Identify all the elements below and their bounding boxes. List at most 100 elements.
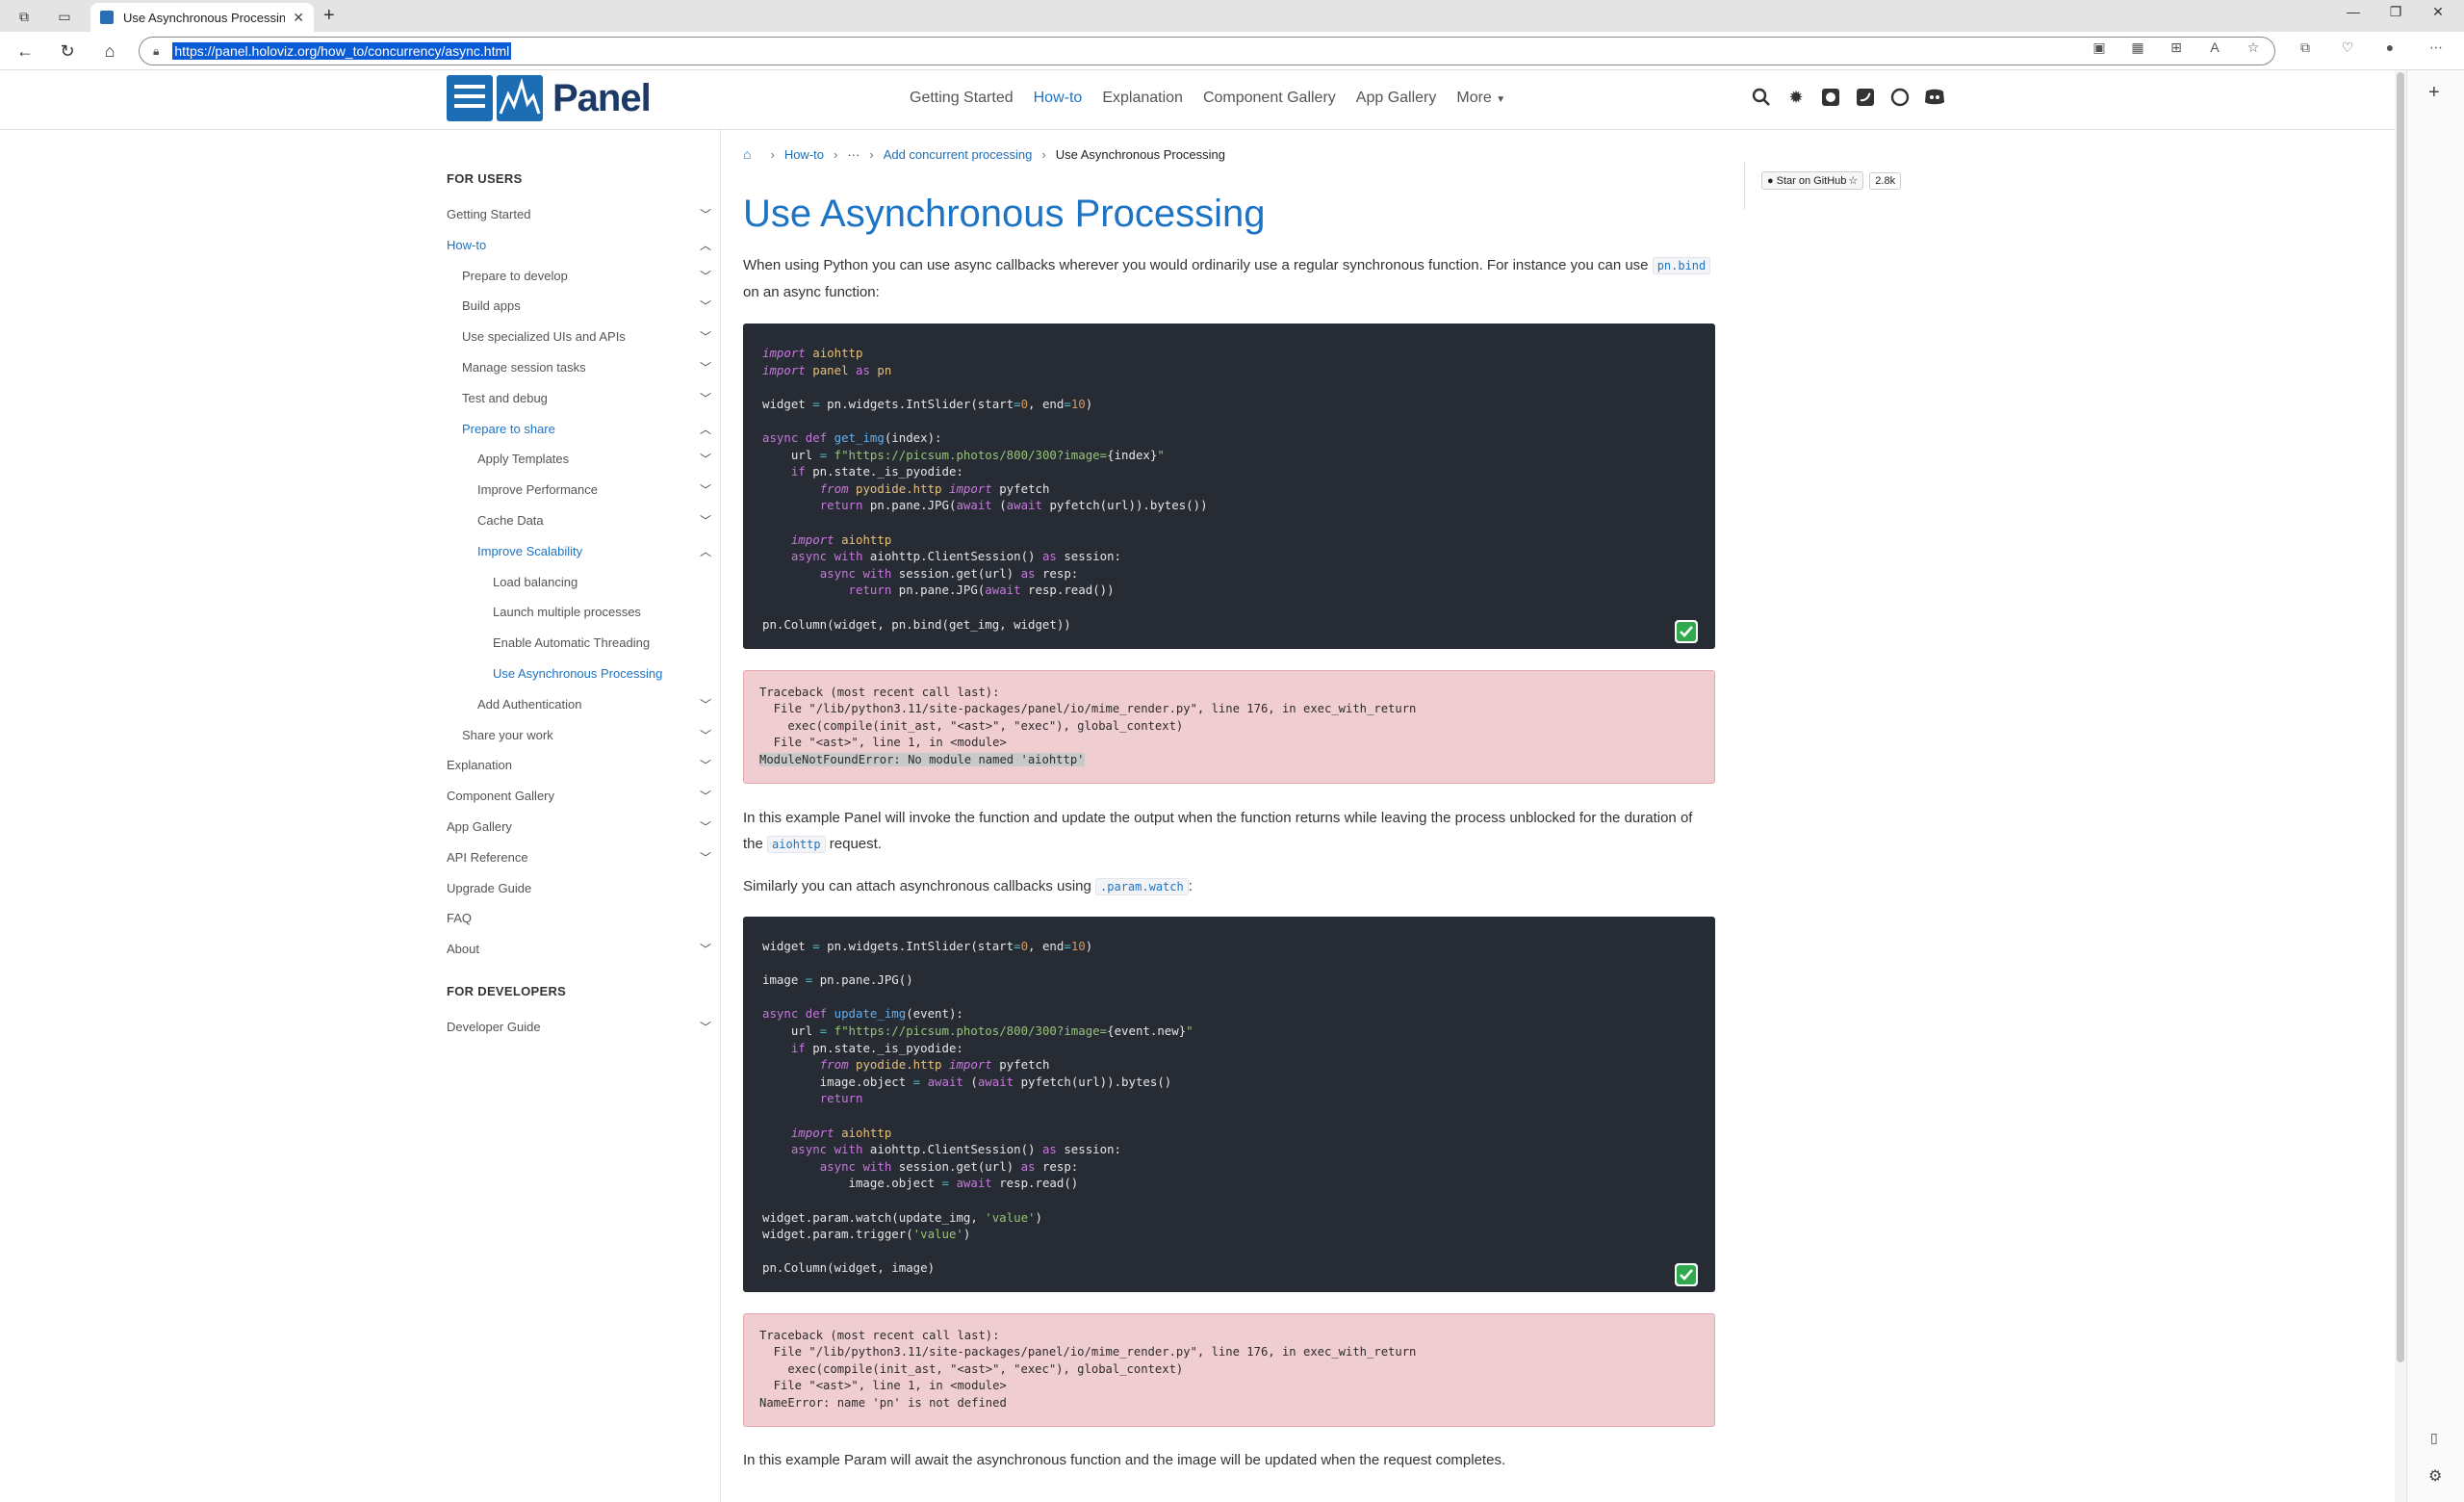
- breadcrumb-ellipsis[interactable]: ···: [847, 147, 860, 162]
- chevron-down-icon[interactable]: ﹀: [699, 481, 712, 498]
- chevron-down-icon[interactable]: ﹀: [699, 727, 712, 743]
- tab-close-icon[interactable]: ✕: [293, 10, 304, 26]
- nav-component-gallery[interactable]: Component Gallery: [1203, 90, 1336, 107]
- address-url[interactable]: https://panel.holoviz.org/how_to/concurr…: [172, 42, 512, 60]
- collections-icon[interactable]: ⧉: [2295, 39, 2316, 56]
- chevron-down-icon[interactable]: ﹀: [699, 788, 712, 804]
- nav-explanation[interactable]: Explanation: [1102, 90, 1183, 107]
- run-success-check-icon: [1675, 620, 1698, 643]
- sidebar-item[interactable]: Cache Data: [477, 513, 544, 528]
- sidebar-item[interactable]: Use Asynchronous Processing: [493, 666, 662, 681]
- chevron-down-icon[interactable]: ﹀: [699, 390, 712, 406]
- twitter-icon[interactable]: [1854, 86, 1877, 109]
- p3-text-b: :: [1188, 878, 1193, 894]
- sidebar-item[interactable]: Load balancing: [493, 575, 578, 589]
- address-bar[interactable]: 🔒︎ https://panel.holoviz.org/how_to/conc…: [139, 37, 2275, 65]
- sidebar-item[interactable]: Build apps: [462, 298, 521, 313]
- sidebar-item[interactable]: How-to: [447, 238, 486, 252]
- sidebar-item[interactable]: Upgrade Guide: [447, 881, 531, 895]
- sidebar-item[interactable]: App Gallery: [447, 819, 512, 834]
- minimize-icon[interactable]: —: [2339, 4, 2368, 19]
- breadcrumb-how-to[interactable]: How-to: [784, 147, 824, 162]
- back-icon[interactable]: ←: [13, 39, 37, 63]
- github-star-button[interactable]: ● Star on GitHub ☆: [1761, 171, 1864, 190]
- panel-logo[interactable]: Panel: [447, 74, 652, 122]
- code-block-1-content[interactable]: import aiohttp import panel as pn widget…: [762, 345, 1696, 633]
- browser-essentials-icon[interactable]: ♡: [2337, 39, 2358, 56]
- chevron-down-icon[interactable]: ﹀: [699, 696, 712, 712]
- code-block-1[interactable]: import aiohttp import panel as pn widget…: [743, 324, 1715, 649]
- sidebar-item[interactable]: Explanation: [447, 758, 512, 772]
- sidebar-item[interactable]: Enable Automatic Threading: [493, 635, 650, 650]
- github-star-count[interactable]: 2.8k: [1869, 171, 1902, 190]
- qr-code-icon[interactable]: ▦: [2127, 39, 2148, 56]
- sidebar-item[interactable]: Share your work: [462, 728, 553, 742]
- github-icon[interactable]: [1819, 86, 1842, 109]
- browser-tab-active[interactable]: Use Asynchronous Processing — ✕: [90, 3, 314, 32]
- chevron-down-icon[interactable]: ﹀: [699, 1019, 712, 1035]
- nav-how-to[interactable]: How-to: [1034, 90, 1083, 107]
- workspaces-icon[interactable]: ⧉: [13, 6, 35, 27]
- window-close-icon[interactable]: ✕: [2424, 4, 2452, 20]
- text-size-icon[interactable]: A: [2204, 39, 2225, 55]
- profile-avatar-icon[interactable]: ●: [2379, 39, 2400, 55]
- reload-icon[interactable]: ↻: [56, 39, 79, 63]
- sidebar-item[interactable]: Prepare to develop: [462, 269, 568, 283]
- sidebar-item[interactable]: Manage session tasks: [462, 360, 586, 375]
- chevron-up-icon[interactable]: ︿: [699, 421, 712, 437]
- code-block-2[interactable]: widget = pn.widgets.IntSlider(start=0, e…: [743, 917, 1715, 1292]
- chevron-down-icon[interactable]: ﹀: [699, 512, 712, 529]
- nav-getting-started[interactable]: Getting Started: [910, 90, 1014, 107]
- sidebar-item[interactable]: Improve Scalability: [477, 544, 582, 558]
- favorite-star-icon[interactable]: ☆: [2243, 39, 2264, 56]
- sidebar-item[interactable]: API Reference: [447, 850, 528, 865]
- search-icon[interactable]: [1750, 86, 1773, 109]
- scrollbar-thumb[interactable]: [2397, 72, 2404, 1362]
- restore-icon[interactable]: ❐: [2381, 4, 2410, 20]
- sidebar-item[interactable]: Add Authentication: [477, 697, 581, 712]
- new-tab-icon[interactable]: +: [323, 5, 335, 27]
- discourse-icon[interactable]: [1888, 86, 1912, 109]
- more-options-icon[interactable]: ⋯: [2426, 39, 2447, 56]
- home-icon[interactable]: ⌂: [743, 146, 751, 162]
- chevron-down-icon[interactable]: ﹀: [699, 849, 712, 866]
- chevron-down-icon[interactable]: ﹀: [699, 298, 712, 314]
- sidebar-item[interactable]: Test and debug: [462, 391, 548, 405]
- p1-text-b: on an async function:: [743, 284, 880, 300]
- sidebar-layout-icon[interactable]: ▯: [2430, 1430, 2438, 1446]
- tab-actions-icon[interactable]: ▭: [54, 6, 75, 27]
- chevron-down-icon[interactable]: ﹀: [699, 359, 712, 376]
- chevron-down-icon[interactable]: ﹀: [699, 206, 712, 222]
- sidebar-item[interactable]: Component Gallery: [447, 789, 554, 803]
- home-icon[interactable]: ⌂: [98, 39, 121, 63]
- p2-inline-code: aiohttp: [767, 836, 826, 853]
- sidebar-item[interactable]: Use specialized UIs and APIs: [462, 329, 626, 344]
- sidebar-item[interactable]: Getting Started: [447, 207, 530, 221]
- sidebar-item[interactable]: Prepare to share: [462, 422, 555, 436]
- chevron-up-icon[interactable]: ︿: [699, 237, 712, 253]
- sidebar-item[interactable]: Launch multiple processes: [493, 605, 641, 619]
- apps-icon[interactable]: ⊞: [2166, 39, 2187, 56]
- code-block-2-content[interactable]: widget = pn.widgets.IntSlider(start=0, e…: [762, 938, 1696, 1277]
- chevron-down-icon[interactable]: ﹀: [699, 818, 712, 835]
- sidebar-item[interactable]: Apply Templates: [477, 452, 569, 466]
- chevron-down-icon[interactable]: ﹀: [699, 757, 712, 773]
- sidebar-item[interactable]: About: [447, 942, 479, 956]
- theme-toggle-icon[interactable]: ✹: [1784, 86, 1808, 109]
- read-aloud-icon[interactable]: ▣: [2089, 39, 2110, 56]
- nav-more[interactable]: More ▼: [1456, 90, 1505, 107]
- page-scrollbar[interactable]: [2395, 70, 2406, 1502]
- settings-gear-icon[interactable]: ⚙: [2428, 1466, 2442, 1486]
- chevron-down-icon[interactable]: ﹀: [699, 328, 712, 345]
- chevron-up-icon[interactable]: ︿: [699, 543, 712, 559]
- discord-icon[interactable]: [1923, 86, 1946, 109]
- breadcrumb-concurrent[interactable]: Add concurrent processing: [884, 147, 1033, 162]
- sidebar-item[interactable]: Developer Guide: [447, 1020, 541, 1034]
- nav-app-gallery[interactable]: App Gallery: [1356, 90, 1437, 107]
- add-sidebar-app-icon[interactable]: +: [2428, 82, 2440, 104]
- chevron-down-icon[interactable]: ﹀: [699, 451, 712, 467]
- chevron-down-icon[interactable]: ﹀: [699, 941, 712, 957]
- sidebar-item[interactable]: Improve Performance: [477, 482, 598, 497]
- sidebar-item[interactable]: FAQ: [447, 911, 472, 925]
- chevron-down-icon[interactable]: ﹀: [699, 268, 712, 284]
